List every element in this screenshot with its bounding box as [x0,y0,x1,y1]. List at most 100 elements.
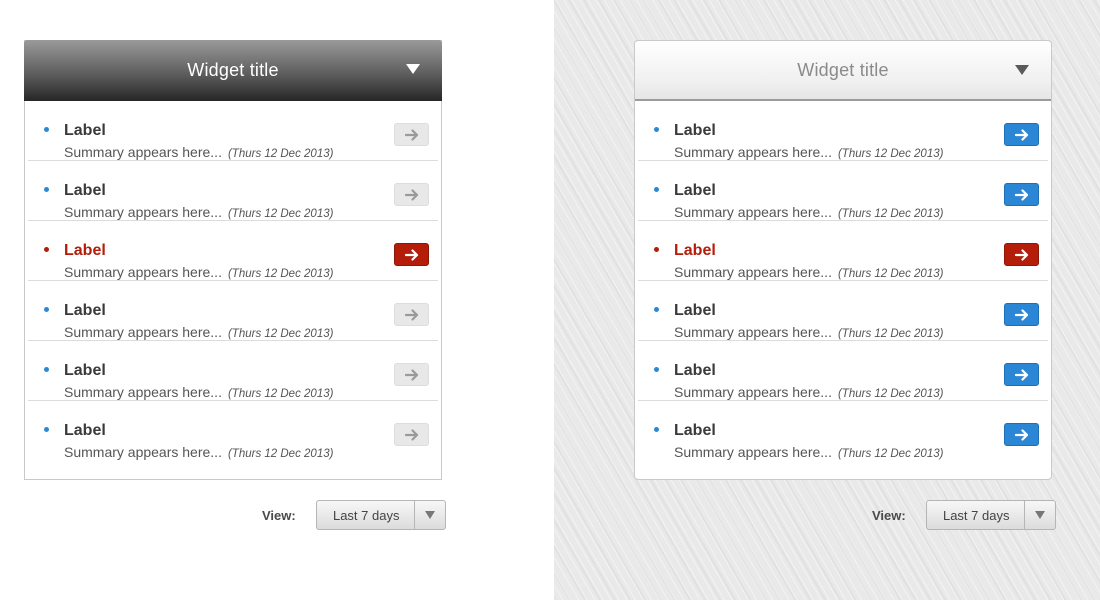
arrow-right-icon [404,188,418,201]
select-value: Last 7 days [942,507,1010,523]
view-range-select[interactable]: Last 7 days [925,500,1056,530]
item-summary-text: Summary appears here... [674,204,832,220]
view-filter: View: Last 7 days [872,500,1056,530]
arrow-right-icon [1014,248,1028,261]
arrow-right-icon [1014,368,1028,381]
dark-widget: Widget title Label Summary appears here.… [24,40,442,480]
bullet-icon [654,367,659,372]
list-item[interactable]: Label Summary appears here... (Thurs 12 D… [638,161,1048,221]
list-item[interactable]: Label Summary appears here... (Thurs 12 D… [28,101,438,161]
bullet-icon [654,187,659,192]
select-toggle[interactable] [413,501,445,529]
item-summary-text: Summary appears here... [64,324,222,340]
item-label[interactable]: Label [64,302,106,320]
item-summary-text: Summary appears here... [674,384,832,400]
triangle-down-icon[interactable] [406,64,420,74]
view-filter: View: Last 7 days [262,500,446,530]
go-button[interactable] [394,243,429,266]
list-item[interactable]: Label Summary appears here... (Thurs 12 D… [28,161,438,221]
item-label[interactable]: Label [64,362,106,380]
item-date: (Thurs 12 Dec 2013) [227,328,334,340]
widget-title: Widget title [187,60,279,80]
item-summary-text: Summary appears here... [674,144,832,160]
item-label[interactable]: Label [64,122,106,140]
item-date: (Thurs 12 Dec 2013) [837,268,944,280]
light-widget: Widget title Label Summary appears here.… [634,40,1052,480]
item-label[interactable]: Label [674,362,716,380]
item-summary-text: Summary appears here... [674,444,832,460]
item-date: (Thurs 12 Dec 2013) [837,328,944,340]
item-date: (Thurs 12 Dec 2013) [837,388,944,400]
go-button[interactable] [1004,423,1039,446]
widget-header[interactable]: Widget title [24,40,442,101]
go-button[interactable] [1004,303,1039,326]
widget-title: Widget title [797,59,889,80]
bullet-icon [654,127,659,132]
item-date: (Thurs 12 Dec 2013) [227,148,334,160]
list-item-active[interactable]: Label Summary appears here... (Thurs 12 D… [28,221,438,281]
go-button[interactable] [394,123,429,146]
go-button[interactable] [1004,123,1039,146]
item-label[interactable]: Label [64,182,106,200]
view-range-select[interactable]: Last 7 days [315,500,446,530]
bullet-icon [654,307,659,312]
bullet-icon [654,247,659,252]
widget-list: Label Summary appears here... (Thurs 12 D… [635,101,1051,461]
item-summary-text: Summary appears here... [64,384,222,400]
item-label[interactable]: Label [674,302,716,320]
go-button[interactable] [1004,183,1039,206]
arrow-right-icon [404,128,418,141]
select-value: Last 7 days [332,507,400,523]
item-label[interactable]: Label [674,182,716,200]
item-summary: Summary appears here... (Thurs 12 Dec 201… [64,444,333,460]
item-summary: Summary appears here... (Thurs 12 Dec 201… [674,204,943,220]
arrow-right-icon [404,368,418,381]
item-summary-text: Summary appears here... [64,264,222,280]
item-summary: Summary appears here... (Thurs 12 Dec 201… [674,144,943,160]
select-toggle[interactable] [1023,501,1055,529]
go-button[interactable] [1004,363,1039,386]
item-date: (Thurs 12 Dec 2013) [227,388,334,400]
item-summary: Summary appears here... (Thurs 12 Dec 201… [64,264,333,280]
view-label: View: [262,507,296,523]
item-summary: Summary appears here... (Thurs 12 Dec 201… [674,444,943,460]
list-item[interactable]: Label Summary appears here... (Thurs 12 D… [28,281,438,341]
item-label[interactable]: Label [674,122,716,140]
widget-header[interactable]: Widget title [635,41,1051,101]
go-button[interactable] [394,183,429,206]
bullet-icon [44,307,49,312]
item-summary: Summary appears here... (Thurs 12 Dec 201… [64,144,333,160]
item-label[interactable]: Label [64,242,106,260]
item-date: (Thurs 12 Dec 2013) [837,448,944,460]
chevron-down-icon [424,511,435,519]
item-summary: Summary appears here... (Thurs 12 Dec 201… [674,324,943,340]
go-button[interactable] [1004,243,1039,266]
item-date: (Thurs 12 Dec 2013) [227,448,334,460]
bullet-icon [44,187,49,192]
go-button[interactable] [394,303,429,326]
list-item[interactable]: Label Summary appears here... (Thurs 12 D… [638,341,1048,401]
item-date: (Thurs 12 Dec 2013) [837,208,944,220]
go-button[interactable] [394,363,429,386]
list-item[interactable]: Label Summary appears here... (Thurs 12 D… [28,341,438,401]
widget-list: Label Summary appears here... (Thurs 12 D… [25,101,441,461]
list-item[interactable]: Label Summary appears here... (Thurs 12 D… [28,401,438,461]
go-button[interactable] [394,423,429,446]
list-item[interactable]: Label Summary appears here... (Thurs 12 D… [638,281,1048,341]
bullet-icon [44,127,49,132]
arrow-right-icon [404,248,418,261]
item-summary-text: Summary appears here... [674,324,832,340]
item-date: (Thurs 12 Dec 2013) [227,268,334,280]
arrow-right-icon [1014,188,1028,201]
arrow-right-icon [1014,128,1028,141]
list-item[interactable]: Label Summary appears here... (Thurs 12 D… [638,101,1048,161]
item-summary: Summary appears here... (Thurs 12 Dec 201… [674,384,943,400]
item-label[interactable]: Label [674,242,716,260]
item-label[interactable]: Label [674,422,716,440]
list-item[interactable]: Label Summary appears here... (Thurs 12 D… [638,401,1048,461]
list-item-active[interactable]: Label Summary appears here... (Thurs 12 D… [638,221,1048,281]
triangle-down-icon[interactable] [1015,65,1029,75]
item-summary: Summary appears here... (Thurs 12 Dec 201… [64,204,333,220]
item-label[interactable]: Label [64,422,106,440]
arrow-right-icon [404,308,418,321]
